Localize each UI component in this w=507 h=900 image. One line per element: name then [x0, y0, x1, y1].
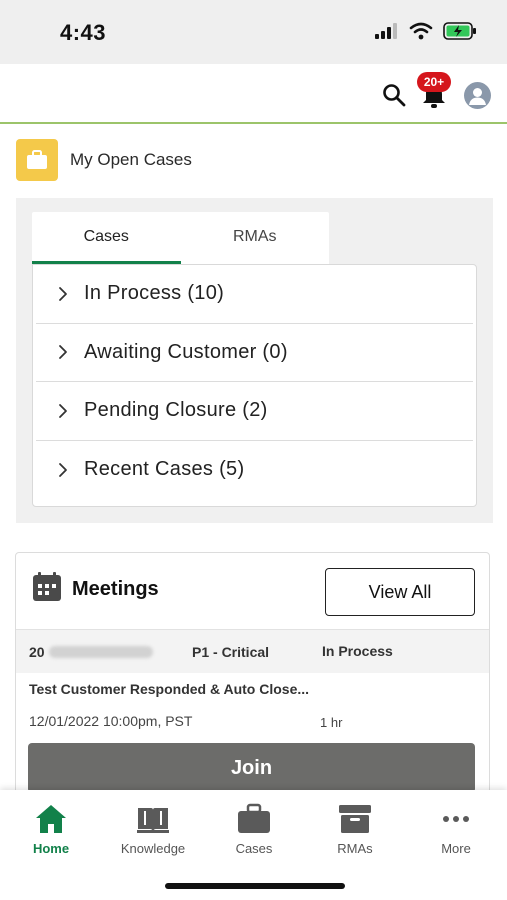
chevron-right-icon	[59, 403, 67, 418]
case-row-recent-cases[interactable]: Recent Cases (5)	[36, 441, 473, 500]
notification-badge: 20+	[417, 72, 451, 92]
priority-label: P1 - Critical	[192, 644, 270, 660]
case-status-list: In Process (10) Awaiting Customer (0) Pe…	[32, 264, 477, 507]
nav-knowledge[interactable]: Knowledge	[108, 790, 198, 862]
page-title: My Open Cases	[70, 150, 192, 169]
join-button[interactable]: Join	[28, 743, 475, 793]
meetings-title: Meetings	[72, 578, 159, 600]
briefcase-icon	[238, 803, 270, 833]
more-dots-icon	[443, 816, 469, 822]
meetings-card: Meetings View All 20 P1 - Critical In Pr…	[15, 552, 490, 802]
nav-label: Home	[32, 841, 70, 856]
chevron-right-icon	[59, 345, 67, 360]
nav-label: Knowledge	[120, 841, 186, 856]
status-bar: 4:43	[0, 0, 507, 64]
status-icons	[375, 22, 477, 40]
app-header: 20+	[0, 64, 507, 124]
section-icon-tile	[16, 139, 58, 181]
archive-box-icon	[339, 805, 371, 833]
chevron-right-icon	[59, 286, 67, 301]
chevron-right-icon	[59, 462, 67, 477]
meeting-duration: 1 hr	[320, 715, 343, 730]
nav-rmas[interactable]: RMAs	[310, 790, 400, 862]
meeting-subject[interactable]: Test Customer Responded & Auto Close...	[29, 681, 309, 697]
tab-rmas[interactable]: RMAs	[181, 212, 330, 264]
case-number: 20	[29, 644, 45, 660]
case-row-label: Awaiting Customer (0)	[84, 340, 288, 363]
case-row-label: In Process (10)	[84, 282, 225, 305]
nav-more[interactable]: More	[411, 790, 501, 862]
nav-cases[interactable]: Cases	[209, 790, 299, 862]
status-label: In Process	[322, 643, 393, 659]
status-time: 4:43	[60, 20, 107, 45]
nav-home[interactable]: Home	[6, 790, 96, 862]
briefcase-icon	[27, 150, 47, 169]
tab-cases[interactable]: Cases	[32, 212, 181, 264]
nav-label: RMAs	[337, 841, 373, 856]
calendar-icon	[33, 572, 61, 601]
avatar[interactable]	[464, 82, 491, 109]
book-icon	[137, 808, 169, 833]
case-row-label: Recent Cases (5)	[84, 458, 245, 481]
home-indicator	[165, 883, 345, 889]
view-all-button[interactable]: View All	[325, 568, 475, 616]
wifi-icon	[409, 22, 433, 40]
case-row-pending-closure[interactable]: Pending Closure (2)	[36, 382, 473, 441]
case-row-label: Pending Closure (2)	[84, 399, 268, 422]
section-header: My Open Cases	[16, 139, 192, 181]
case-row-in-process[interactable]: In Process (10)	[36, 265, 473, 324]
cellular-signal-icon	[375, 23, 397, 39]
cases-panel: Cases RMAs In Process (10) Awaiting Cust…	[16, 198, 493, 523]
meeting-meta-row: 20 P1 - Critical In Process	[16, 629, 489, 673]
redacted-case-number	[49, 646, 153, 658]
case-row-awaiting-customer[interactable]: Awaiting Customer (0)	[36, 324, 473, 382]
home-icon	[36, 805, 66, 833]
meeting-datetime: 12/01/2022 10:00pm, PST	[29, 713, 193, 729]
battery-charging-icon	[443, 22, 476, 40]
avatar-icon	[469, 88, 486, 105]
case-tabs: Cases RMAs	[32, 212, 329, 264]
nav-label: More	[441, 841, 471, 856]
nav-label: Cases	[235, 841, 273, 856]
search-icon[interactable]	[381, 82, 407, 108]
